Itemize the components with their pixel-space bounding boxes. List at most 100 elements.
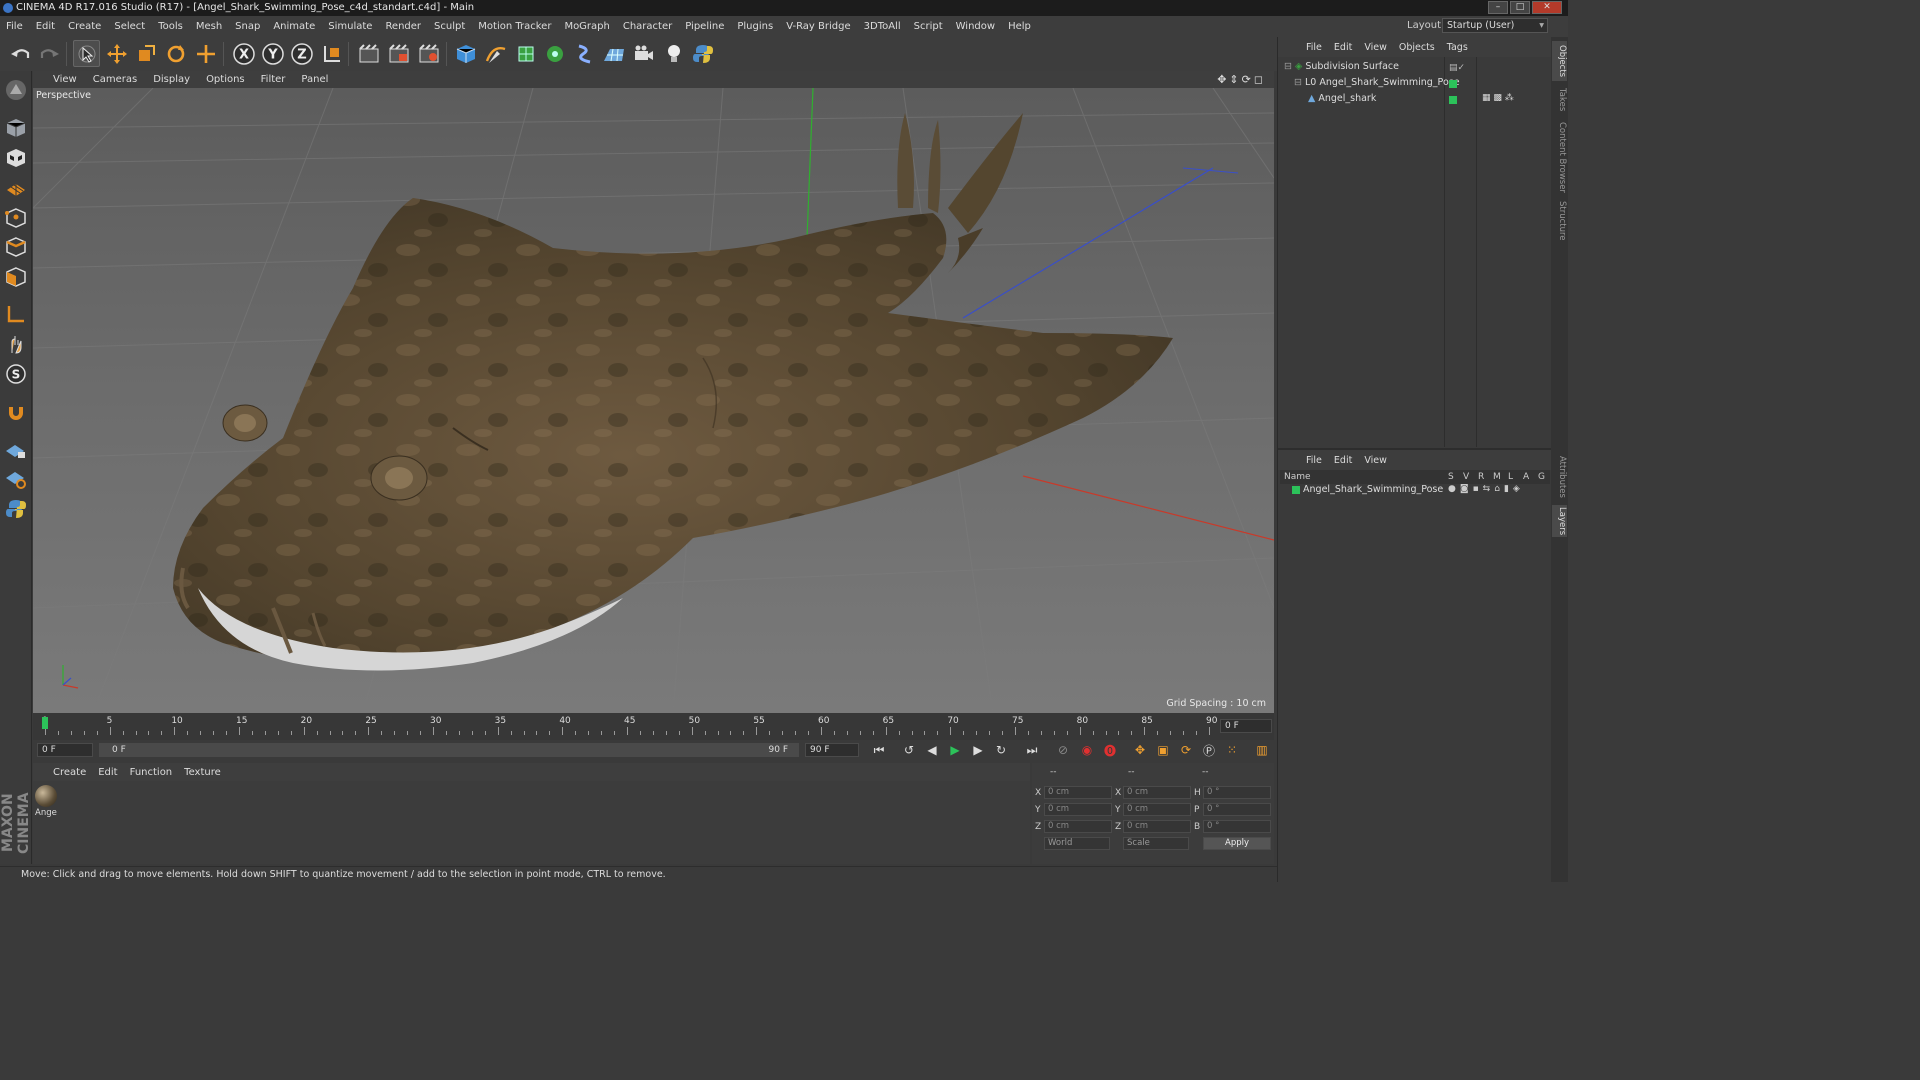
undo-icon[interactable] (7, 40, 34, 67)
y-axis-lock-icon[interactable]: Y (259, 40, 286, 67)
viewport-menu-panel[interactable]: Panel (301, 74, 328, 85)
menu-script[interactable]: Script (914, 21, 943, 32)
python-icon[interactable] (689, 40, 716, 67)
play-forward-icon[interactable]: ▶ (945, 740, 965, 760)
autokey-icon[interactable]: ⓿ (1100, 740, 1120, 760)
go-to-end-icon[interactable]: ⏭ (1022, 740, 1042, 760)
menu-sculpt[interactable]: Sculpt (434, 21, 465, 32)
viewport-menu-options[interactable]: Options (206, 74, 245, 85)
edges-mode-icon[interactable] (2, 233, 29, 260)
cloner-icon[interactable] (541, 40, 568, 67)
menu-vray-bridge[interactable]: V-Ray Bridge (786, 21, 850, 32)
key-scale-icon[interactable]: ▣ (1153, 740, 1173, 760)
edit-enabled-icon[interactable]: ▤✓ (1449, 63, 1465, 73)
objects-menu-file[interactable]: File (1306, 42, 1322, 53)
viewport-nav-icons[interactable]: ✥⇕⟳◻ (1217, 73, 1266, 86)
snap-toggle-icon[interactable]: S (2, 360, 29, 387)
key-pla-icon[interactable]: ⁙ (1222, 740, 1242, 760)
floor-icon[interactable] (600, 40, 627, 67)
menu-tools[interactable]: Tools (158, 21, 183, 32)
end-frame-field[interactable]: 90 F (805, 743, 859, 757)
viewport-menu-cameras[interactable]: Cameras (93, 74, 137, 85)
size-x-field[interactable]: 0 cm (1123, 786, 1191, 799)
menu-window[interactable]: Window (956, 21, 995, 32)
start-frame-field[interactable]: 0 F (37, 743, 93, 757)
menu-motion-tracker[interactable]: Motion Tracker (478, 21, 551, 32)
key-rotation-icon[interactable]: ⟳ (1176, 740, 1196, 760)
objects-menu-tags[interactable]: Tags (1447, 42, 1468, 53)
previous-key-icon[interactable]: ↺ (899, 740, 919, 760)
texture-mode-icon[interactable] (2, 144, 29, 171)
position-x-field[interactable]: 0 cm (1044, 786, 1112, 799)
viewport-menu-display[interactable]: Display (153, 74, 190, 85)
layer-row[interactable]: Angel_Shark_Swimming_Pose (1292, 482, 1443, 498)
menu-3dtoall[interactable]: 3DToAll (864, 21, 901, 32)
menu-create[interactable]: Create (68, 21, 101, 32)
maximize-button[interactable]: □ (1510, 1, 1530, 14)
layer-flag-toggles[interactable]: ●◙▪⇆⌂▮◈ (1448, 484, 1524, 494)
side-tab-layers[interactable]: Layers (1552, 505, 1567, 537)
layer-color-swatch[interactable] (1449, 95, 1457, 106)
cube-primitive-icon[interactable] (452, 40, 479, 67)
z-axis-lock-icon[interactable]: Z (288, 40, 315, 67)
size-y-field[interactable]: 0 cm (1123, 803, 1191, 816)
coordinate-system-icon[interactable] (318, 40, 345, 67)
menu-animate[interactable]: Animate (273, 21, 315, 32)
viewport-menu-view[interactable]: View (53, 74, 77, 85)
objects-menu-edit[interactable]: Edit (1334, 42, 1352, 53)
model-mode-icon[interactable] (2, 114, 29, 141)
light-icon[interactable] (660, 40, 687, 67)
size-z-field[interactable]: 0 cm (1123, 820, 1191, 833)
minimize-button[interactable]: – (1488, 1, 1508, 14)
material-menu-function[interactable]: Function (130, 767, 173, 778)
polygons-mode-icon[interactable] (2, 263, 29, 290)
layer-color-swatch[interactable] (1449, 79, 1457, 90)
material-menu-create[interactable]: Create (53, 767, 86, 778)
camera-icon[interactable] (630, 40, 657, 67)
key-parameter-icon[interactable]: Ⓟ (1199, 740, 1219, 760)
viewport-menu-filter[interactable]: Filter (261, 74, 286, 85)
side-tab-objects[interactable]: Objects (1552, 41, 1567, 81)
subdivision-surface-icon[interactable] (512, 40, 539, 67)
playhead-marker[interactable] (42, 717, 48, 729)
points-mode-icon[interactable] (2, 204, 29, 231)
next-frame-icon[interactable]: ▶ (968, 740, 988, 760)
deformer-icon[interactable] (571, 40, 598, 67)
position-y-field[interactable]: 0 cm (1044, 803, 1112, 816)
material-swatch[interactable]: Ange (35, 785, 59, 819)
side-tab-takes[interactable]: Takes (1552, 85, 1567, 115)
select-pointer-icon[interactable] (73, 40, 100, 67)
menu-character[interactable]: Character (623, 21, 672, 32)
side-tab-attributes[interactable]: Attributes (1552, 451, 1567, 503)
perspective-viewport[interactable]: Perspective Grid Spacing : 10 cm (33, 88, 1274, 713)
menu-file[interactable]: File (6, 21, 23, 32)
next-key-icon[interactable]: ↻ (991, 740, 1011, 760)
spline-pen-icon[interactable] (482, 40, 509, 67)
material-menu-texture[interactable]: Texture (184, 767, 221, 778)
move-tool-icon[interactable] (103, 40, 130, 67)
layers-menu-view[interactable]: View (1364, 455, 1387, 466)
previous-frame-icon[interactable]: ◀ (922, 740, 942, 760)
x-axis-lock-icon[interactable]: X (230, 40, 257, 67)
menu-render[interactable]: Render (385, 21, 421, 32)
side-tab-structure[interactable]: Structure (1552, 199, 1567, 243)
tweak-mode-icon[interactable] (2, 330, 29, 357)
lock-workplane-icon[interactable] (2, 436, 29, 463)
timeline-layout-icon[interactable]: ▥ (1252, 740, 1272, 760)
close-button[interactable]: ✕ (1532, 1, 1562, 14)
menu-snap[interactable]: Snap (235, 21, 260, 32)
axis-mode-icon[interactable] (2, 300, 29, 327)
object-row-angel-shark-pose[interactable]: ⊟ L0 Angel_Shark_Swimming_Pose (1294, 75, 1460, 91)
live-selection-icon[interactable] (192, 40, 219, 67)
layers-menu-edit[interactable]: Edit (1334, 455, 1352, 466)
redo-icon[interactable] (35, 40, 62, 67)
apply-button[interactable]: Apply (1203, 837, 1271, 850)
menu-plugins[interactable]: Plugins (737, 21, 773, 32)
objects-menu-view[interactable]: View (1364, 42, 1387, 53)
rotation-h-field[interactable]: 0 ° (1203, 786, 1271, 799)
render-picture-viewer-icon[interactable] (385, 40, 412, 67)
rotate-tool-icon[interactable] (162, 40, 189, 67)
key-position-icon[interactable]: ✥ (1130, 740, 1150, 760)
object-tags-icons[interactable]: ▦ ▩ ⁂ (1482, 93, 1514, 103)
timeline-ruler[interactable]: 051015202530354045505560657075808590 0 F (33, 713, 1274, 740)
